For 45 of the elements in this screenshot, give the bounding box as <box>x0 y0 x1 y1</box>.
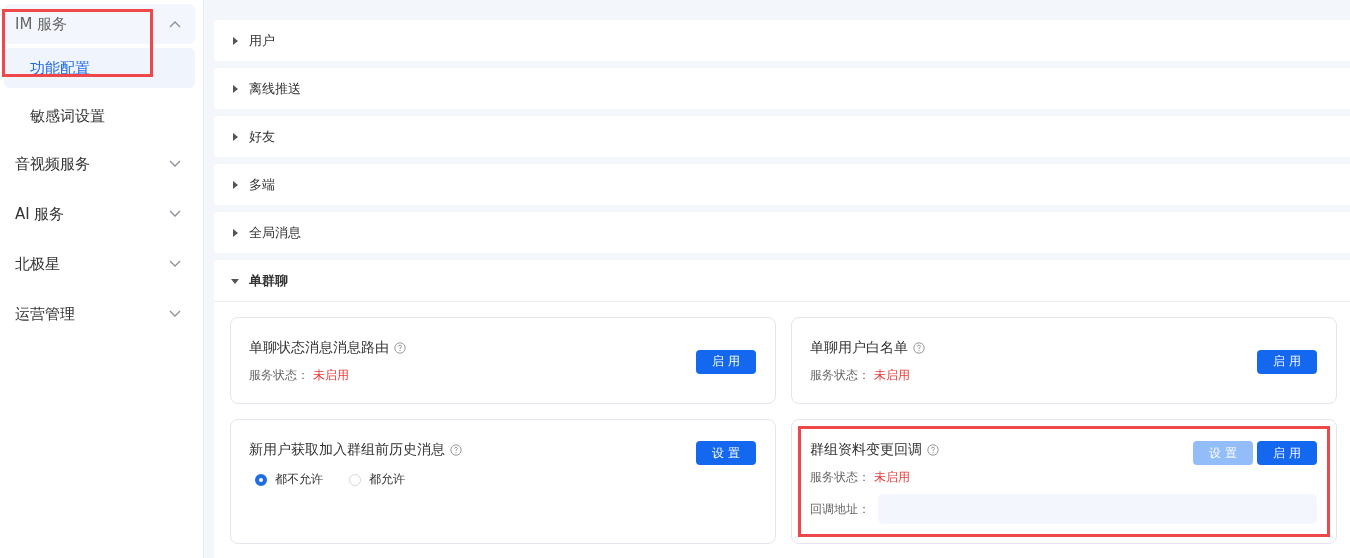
radio-option[interactable]: 都不允许 <box>255 471 323 488</box>
section-header[interactable]: 离线推送 <box>214 68 1350 109</box>
nav-group[interactable]: AI 服务 <box>4 194 195 234</box>
nav-group[interactable]: 北极星 <box>4 244 195 284</box>
help-icon[interactable] <box>913 342 925 354</box>
chevron-icon <box>169 160 181 168</box>
card-title: 单聊用户白名单 <box>810 339 908 357</box>
status-value: 未启用 <box>874 368 910 382</box>
nav-group[interactable]: IM 服务 <box>4 4 195 44</box>
nav-item[interactable]: 功能配置 <box>4 48 195 88</box>
section-header[interactable]: 好友 <box>214 116 1350 157</box>
nav-group[interactable]: 运营管理 <box>4 294 195 334</box>
help-icon[interactable] <box>394 342 406 354</box>
status-label: 服务状态： <box>810 470 870 484</box>
status-value: 未启用 <box>313 368 349 382</box>
caret-icon <box>231 84 239 93</box>
action-button[interactable]: 启 用 <box>1257 349 1317 374</box>
action-button[interactable]: 设 置 <box>696 441 756 465</box>
section-header[interactable]: 全局消息 <box>214 212 1350 253</box>
field-label: 回调地址： <box>810 500 870 518</box>
caret-icon <box>231 228 239 237</box>
chevron-icon <box>169 310 181 318</box>
section-header[interactable]: 用户 <box>214 20 1350 61</box>
status-label: 服务状态： <box>810 368 870 382</box>
nav-group[interactable]: 音视频服务 <box>4 144 195 184</box>
help-icon[interactable] <box>927 444 939 456</box>
status-value: 未启用 <box>874 470 910 484</box>
chevron-icon <box>169 210 181 218</box>
caret-icon <box>231 180 239 189</box>
nav-item[interactable]: 敏感词设置 <box>4 96 195 136</box>
help-icon[interactable] <box>450 444 462 456</box>
action-button[interactable]: 启 用 <box>696 349 756 374</box>
caret-icon <box>231 276 239 285</box>
card-title: 新用户获取加入群组前历史消息 <box>249 441 445 459</box>
caret-icon <box>231 36 239 45</box>
radio-option[interactable]: 都允许 <box>349 471 405 488</box>
status-label: 服务状态： <box>249 368 309 382</box>
chevron-icon <box>169 260 181 268</box>
action-button[interactable]: 启 用 <box>1257 441 1317 465</box>
card-title: 群组资料变更回调 <box>810 441 922 459</box>
section-header[interactable]: 单群聊 <box>214 260 1350 302</box>
section-header[interactable]: 多端 <box>214 164 1350 205</box>
chevron-icon <box>169 20 181 28</box>
card-title: 单聊状态消息消息路由 <box>249 339 389 357</box>
caret-icon <box>231 132 239 141</box>
